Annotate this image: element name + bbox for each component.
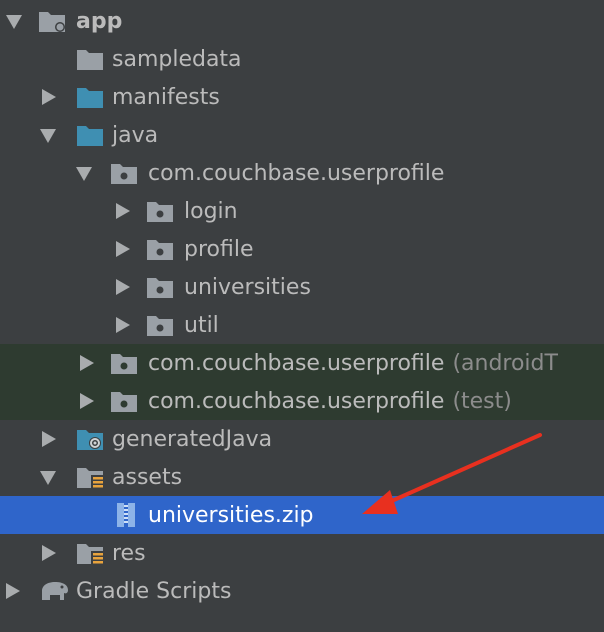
tree-item-label: com.couchbase.userprofile	[148, 160, 445, 186]
package-name: com.couchbase.userprofile	[148, 350, 445, 376]
expand-arrow-icon[interactable]	[6, 583, 20, 599]
expand-arrow-icon[interactable]	[80, 355, 94, 371]
tree-item-label: app	[76, 8, 123, 34]
tree-item-label: java	[112, 122, 159, 148]
tree-item-profile[interactable]: profile	[0, 230, 604, 268]
tree-item-package-main[interactable]: com.couchbase.userprofile	[0, 154, 604, 192]
tree-item-manifests[interactable]: manifests	[0, 78, 604, 116]
tree-item-app[interactable]: app	[0, 2, 604, 40]
expand-arrow-icon[interactable]	[80, 393, 94, 409]
source-folder-icon	[76, 123, 104, 147]
tree-item-java[interactable]: java	[0, 116, 604, 154]
folder-icon	[76, 47, 104, 71]
module-folder-icon	[38, 9, 66, 33]
gradle-elephant-icon	[38, 579, 72, 603]
package-icon	[146, 313, 174, 337]
project-tree: app sampledata manifests java com.couchb…	[0, 0, 604, 632]
collapse-arrow-icon[interactable]	[40, 129, 56, 143]
expand-arrow-icon[interactable]	[116, 241, 130, 257]
package-icon	[146, 237, 174, 261]
tree-item-label: util	[184, 312, 219, 338]
expand-arrow-icon[interactable]	[42, 89, 56, 105]
expand-arrow-icon[interactable]	[42, 545, 56, 561]
tree-item-login[interactable]: login	[0, 192, 604, 230]
tree-item-assets[interactable]: assets	[0, 458, 604, 496]
tree-item-label: login	[184, 198, 238, 224]
package-icon	[146, 275, 174, 299]
tree-item-sampledata[interactable]: sampledata	[0, 40, 604, 78]
tree-item-package-android-test[interactable]: com.couchbase.userprofile (androidT	[0, 344, 604, 382]
package-icon	[110, 161, 138, 185]
tree-item-label: sampledata	[112, 46, 242, 72]
tree-item-universities-zip[interactable]: universities.zip	[0, 496, 604, 534]
tree-item-label: com.couchbase.userprofile (androidT	[148, 351, 558, 376]
tree-item-label: Gradle Scripts	[76, 578, 232, 604]
tree-item-label: profile	[184, 236, 254, 262]
zip-archive-icon	[116, 502, 136, 528]
tree-item-package-test[interactable]: com.couchbase.userprofile (test)	[0, 382, 604, 420]
collapse-arrow-icon[interactable]	[40, 471, 56, 485]
package-icon	[110, 389, 138, 413]
package-name: com.couchbase.userprofile	[148, 388, 445, 414]
expand-arrow-icon[interactable]	[116, 203, 130, 219]
tree-item-util[interactable]: util	[0, 306, 604, 344]
resources-folder-icon	[76, 541, 104, 565]
tree-item-gradle-scripts[interactable]: Gradle Scripts	[0, 572, 604, 610]
package-icon	[110, 351, 138, 375]
collapse-arrow-icon[interactable]	[76, 167, 92, 181]
tree-item-universities[interactable]: universities	[0, 268, 604, 306]
tree-item-label: assets	[112, 464, 183, 490]
resources-folder-icon	[76, 465, 104, 489]
tree-item-label: com.couchbase.userprofile (test)	[148, 389, 512, 414]
expand-arrow-icon[interactable]	[116, 317, 130, 333]
tree-item-res[interactable]: res	[0, 534, 604, 572]
tree-item-label: universities.zip	[148, 502, 314, 528]
tree-item-label: res	[112, 540, 146, 566]
package-icon	[146, 199, 174, 223]
expand-arrow-icon[interactable]	[116, 279, 130, 295]
tree-item-generated-java[interactable]: generatedJava	[0, 420, 604, 458]
source-set-suffix: (test)	[452, 388, 512, 414]
tree-item-label: universities	[184, 274, 311, 300]
tree-item-label: generatedJava	[112, 426, 273, 452]
tree-item-label: manifests	[112, 84, 220, 110]
expand-arrow-icon[interactable]	[42, 431, 56, 447]
collapse-arrow-icon[interactable]	[6, 15, 22, 29]
generated-folder-icon	[76, 427, 104, 451]
source-folder-icon	[76, 85, 104, 109]
source-set-suffix: (androidT	[452, 350, 558, 376]
